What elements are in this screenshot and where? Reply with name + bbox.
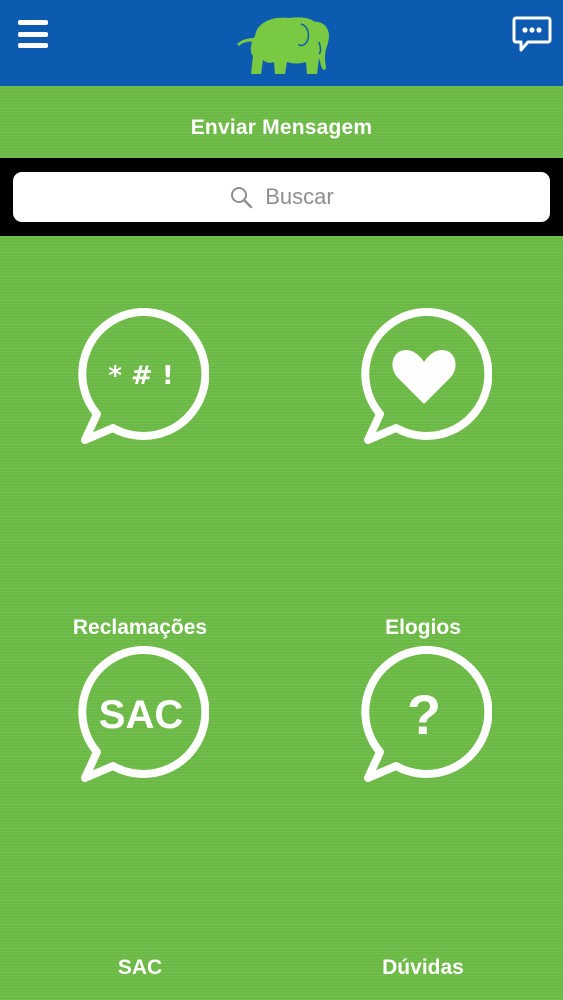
svg-text:?: ? — [407, 683, 441, 746]
category-reclamacoes[interactable]: * # ! Reclamações — [20, 308, 260, 639]
category-label: SAC — [117, 956, 163, 979]
main-content: Enviar Mensagem Buscar * # ! Reclamações… — [0, 86, 563, 1000]
top-app-bar — [0, 0, 563, 86]
hamburger-menu-icon[interactable] — [14, 18, 52, 50]
category-label: Elogios — [385, 616, 461, 639]
elephant-logo — [237, 17, 329, 74]
category-label: Reclamações — [72, 616, 208, 639]
search-placeholder: Buscar — [265, 184, 334, 209]
sac-speech-bubble-icon: SAC — [78, 646, 209, 782]
svg-text:SAC: SAC — [99, 693, 183, 737]
question-speech-bubble-icon: ? — [361, 646, 492, 782]
category-duvidas[interactable]: ? Dúvidas — [303, 646, 543, 979]
category-label: Dúvidas — [382, 956, 464, 979]
chat-bubble-icon[interactable] — [512, 14, 552, 54]
complaint-speech-bubble-icon: * # ! — [78, 308, 209, 444]
search-bar-container: Buscar — [0, 158, 563, 236]
heart-speech-bubble-icon — [361, 308, 492, 444]
svg-text:* # !: * # ! — [108, 361, 173, 391]
search-icon — [231, 187, 253, 209]
category-sac[interactable]: SAC SAC — [20, 646, 260, 979]
page-title: Enviar Mensagem — [190, 116, 373, 139]
category-elogios[interactable]: Elogios — [303, 308, 543, 639]
search-input[interactable]: Buscar — [13, 172, 550, 222]
